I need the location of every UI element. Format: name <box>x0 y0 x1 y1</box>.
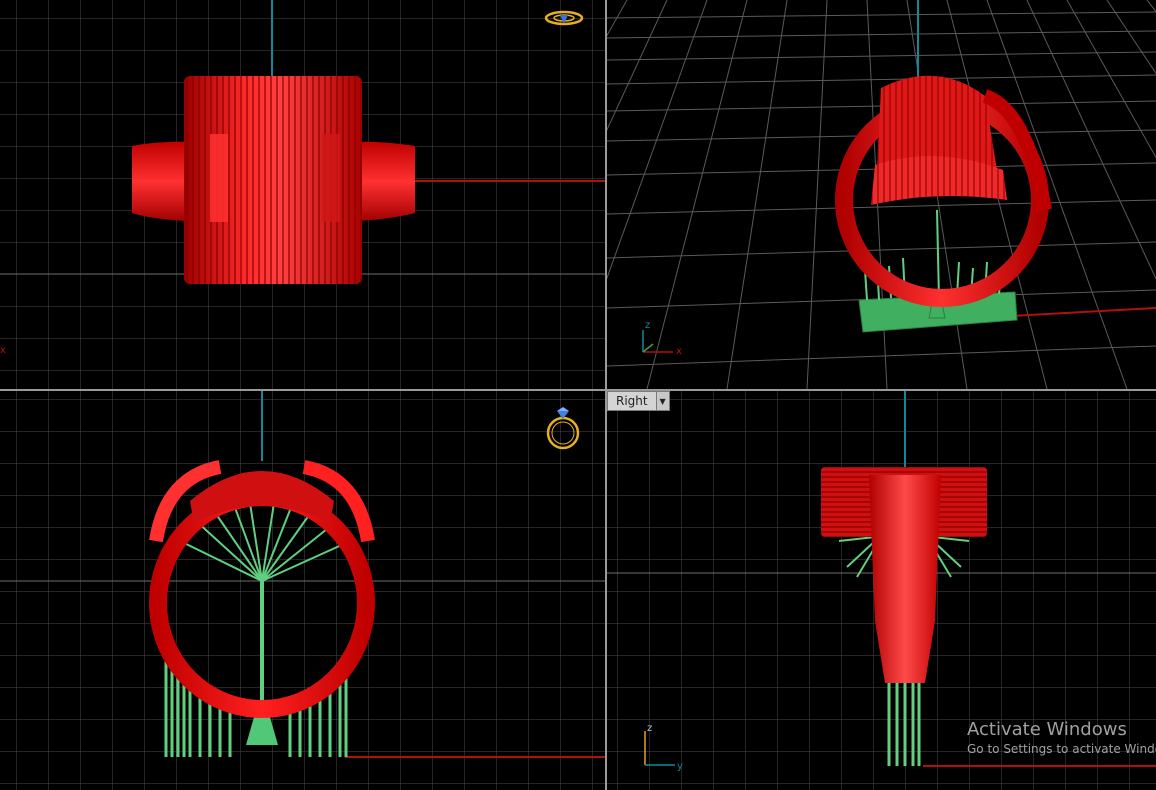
viewport-top-canvas[interactable]: x <box>0 0 605 389</box>
axis-z-tick: z <box>645 320 650 331</box>
viewport-perspective[interactable]: z x <box>607 0 1156 389</box>
watermark-subtitle: Go to Settings to activate Windows. <box>967 742 1156 756</box>
axis-x-tick: x <box>0 345 6 356</box>
viewport-front[interactable] <box>0 391 605 790</box>
activation-watermark: Activate Windows Go to Settings to activ… <box>967 719 1156 757</box>
viewport-front-canvas[interactable] <box>0 391 605 790</box>
axis-x-tick: x <box>676 346 682 357</box>
axis-z-tick: z <box>647 723 652 734</box>
viewport-label-text: Right <box>616 394 648 408</box>
viewport-splitter-horizontal[interactable] <box>0 389 1156 391</box>
ring-head-cylinder <box>184 76 362 284</box>
watermark-title: Activate Windows <box>967 719 1127 740</box>
axis-y-tick: y <box>677 761 683 772</box>
viewport-perspective-canvas[interactable]: z x <box>607 0 1156 389</box>
viewport-label-dropdown[interactable]: Right ▼ <box>607 391 670 411</box>
dropdown-arrow-icon[interactable]: ▼ <box>655 392 669 410</box>
viewport-top[interactable]: x <box>0 0 605 389</box>
viewport-splitter-vertical[interactable] <box>605 0 607 790</box>
